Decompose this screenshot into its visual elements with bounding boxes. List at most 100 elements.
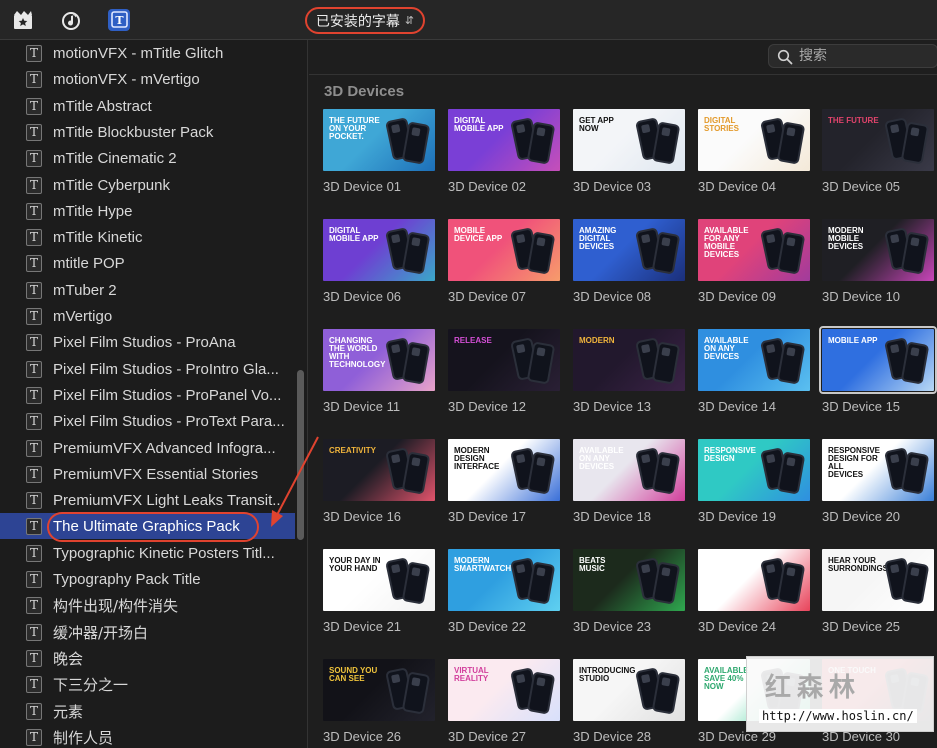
thumbnail-caption: RESPONSIVE DESIGN FOR ALL DEVICES bbox=[828, 446, 881, 479]
sidebar-item[interactable]: T 下三分之一 bbox=[0, 671, 295, 697]
sidebar-item-label: mTitle Kinetic bbox=[53, 228, 143, 246]
title-tile[interactable]: BEATS MUSIC 3D Device 23 bbox=[573, 549, 685, 634]
sidebar-item-label: mTitle Abstract bbox=[53, 97, 152, 115]
sidebar-item[interactable]: TmTitle Hype bbox=[0, 198, 295, 224]
tile-thumbnail: VIRTUAL REALITY bbox=[448, 659, 560, 721]
tile-name: 3D Device 19 bbox=[698, 509, 777, 524]
title-tile[interactable]: CREATIVITY 3D Device 16 bbox=[323, 439, 435, 524]
sidebar-item[interactable]: T 元素 bbox=[0, 698, 295, 724]
sidebar-item[interactable]: TmotionVFX - mVertigo bbox=[0, 66, 295, 92]
title-tile[interactable]: THE FUTURE ON YOUR POCKET. 3D Device 01 bbox=[323, 109, 435, 194]
sidebar-item[interactable]: T Pixel Film Studios - ProPanel Vo... bbox=[0, 382, 295, 408]
watermark: 红森林 http://www.hoslin.cn/ bbox=[746, 656, 934, 732]
titles-generators-icon[interactable]: T bbox=[108, 9, 130, 31]
sidebar-item[interactable]: T Pixel Film Studios - ProAna bbox=[0, 329, 295, 355]
title-icon: T bbox=[26, 44, 42, 62]
sidebar-item[interactable]: T 构件出现/构件消失 bbox=[0, 592, 295, 618]
search-field[interactable] bbox=[768, 44, 937, 68]
title-tile[interactable]: AVAILABLE ON ANY DEVICES 3D Device 14 bbox=[698, 329, 810, 414]
tile-name: 3D Device 13 bbox=[573, 399, 652, 414]
sidebar-item[interactable]: Tmtitle POP bbox=[0, 250, 295, 276]
sidebar-item-label: Pixel Film Studios - ProAna bbox=[53, 333, 236, 351]
title-tile[interactable]: GET APP NOW 3D Device 03 bbox=[573, 109, 685, 194]
sidebar-item-label: motionVFX - mVertigo bbox=[53, 70, 200, 88]
sidebar-item[interactable]: T The Ultimate Graphics Pack bbox=[0, 513, 295, 539]
tile-name: 3D Device 17 bbox=[448, 509, 527, 524]
title-tile[interactable]: MOBILE APP 3D Device 15 bbox=[819, 326, 937, 414]
sidebar-item-label: mVertigo bbox=[53, 307, 113, 325]
title-tile[interactable]: AMAZING DIGITAL DEVICES 3D Device 08 bbox=[573, 219, 685, 304]
title-tile[interactable]: DIGITAL MOBILE APP 3D Device 06 bbox=[323, 219, 435, 304]
sidebar-item[interactable]: TmTuber 2 bbox=[0, 277, 295, 303]
thumbnail-caption: YOUR DAY IN YOUR HAND bbox=[329, 556, 381, 573]
tile-name: 3D Device 01 bbox=[323, 179, 402, 194]
sidebar-item[interactable]: T PremiumVFX Advanced Infogra... bbox=[0, 435, 295, 461]
titles-sidebar: T 制作人员 T 元素 T 下三分之一 T 晚会 T 缓冲器/开场白 T 构件出现/构件消失 T Typo… bbox=[0, 40, 308, 748]
sidebar-item[interactable]: T 晚会 bbox=[0, 645, 295, 671]
title-tile[interactable]: SOUND YOU CAN SEE 3D Device 26 bbox=[323, 659, 435, 744]
sidebar-item[interactable]: T Pixel Film Studios - ProIntro Gla... bbox=[0, 356, 295, 382]
title-icon: T bbox=[26, 544, 42, 562]
library-filter-select[interactable]: 已安装的字幕 ⇵ bbox=[305, 7, 425, 34]
title-tile[interactable]: MODERN 3D Device 13 bbox=[573, 329, 685, 414]
title-icon: T bbox=[26, 412, 42, 430]
sidebar-item[interactable]: T Typography Pack Title bbox=[0, 566, 295, 592]
tile-name: 3D Device 27 bbox=[448, 729, 527, 744]
title-tile[interactable]: RESPONSIVE DESIGN FOR ALL DEVICES 3D Devi… bbox=[822, 439, 934, 524]
thumbnail-caption: MODERN bbox=[579, 336, 615, 345]
title-tile[interactable]: RELEASE 3D Device 12 bbox=[448, 329, 560, 414]
sidebar-item-label: mtitle POP bbox=[53, 254, 125, 272]
section-title: 3D Devices bbox=[324, 83, 405, 100]
title-tile[interactable]: AVAILABLE ON ANY DEVICES 3D Device 18 bbox=[573, 439, 685, 524]
tile-thumbnail: AVAILABLE ON ANY DEVICES bbox=[698, 329, 810, 391]
title-tile[interactable]: Modern Smartwatch 3D Device 22 bbox=[448, 549, 560, 634]
sidebar-item[interactable]: TmTitle Cinematic 2 bbox=[0, 145, 295, 171]
tile-name: 3D Device 09 bbox=[698, 289, 777, 304]
sidebar-item-label: mTitle Blockbuster Pack bbox=[53, 123, 214, 141]
title-tile[interactable]: VIRTUAL REALITY 3D Device 27 bbox=[448, 659, 560, 744]
tile-name: 3D Device 18 bbox=[573, 509, 652, 524]
sidebar-item[interactable]: T PremiumVFX Light Leaks Transit... bbox=[0, 487, 295, 513]
sidebar-item[interactable]: TmotionVFX - mTitle Glitch bbox=[0, 40, 295, 66]
thumbnail-caption: BEATS MUSIC bbox=[579, 556, 606, 573]
sidebar-item[interactable]: T PremiumVFX Essential Stories bbox=[0, 461, 295, 487]
tile-thumbnail: AVAILABLE ON ANY DEVICES bbox=[573, 439, 685, 501]
sidebar-item-label: motionVFX - mTitle Glitch bbox=[53, 44, 224, 62]
title-tile[interactable]: DIGITAL STORIES 3D Device 04 bbox=[698, 109, 810, 194]
title-tile[interactable]: MODERN DESIGN INTERFACE 3D Device 17 bbox=[448, 439, 560, 524]
sidebar-item-label: 缓冲器/开场白 bbox=[53, 623, 149, 642]
title-tile[interactable]: FIT IN STYLE 3D Device 24 bbox=[698, 549, 810, 634]
title-tile[interactable]: MOBILE DEVICE APP 3D Device 07 bbox=[448, 219, 560, 304]
tile-thumbnail: Modern Smartwatch bbox=[448, 549, 560, 611]
title-tile[interactable]: YOUR DAY IN YOUR HAND 3D Device 21 bbox=[323, 549, 435, 634]
sidebar-item[interactable]: TmTitle Abstract bbox=[0, 93, 295, 119]
audio-photos-icon[interactable] bbox=[60, 9, 82, 31]
sidebar-item[interactable]: T 制作人员 bbox=[0, 724, 295, 748]
title-icon: T bbox=[26, 228, 42, 246]
title-tile[interactable]: MODERN MOBILE DEVICES 3D Device 10 bbox=[822, 219, 934, 304]
search-input[interactable] bbox=[799, 47, 929, 65]
sidebar-item[interactable]: T 缓冲器/开场白 bbox=[0, 619, 295, 645]
title-tile[interactable]: HEAR YOUR SURRONDINGS 3D Device 25 bbox=[822, 549, 934, 634]
sidebar-item[interactable]: TmTitle Cyberpunk bbox=[0, 172, 295, 198]
sidebar-item[interactable]: TmTitle Blockbuster Pack bbox=[0, 119, 295, 145]
thumbnail-caption: DIGITAL MOBILE APP bbox=[329, 226, 379, 243]
photos-videos-icon[interactable] bbox=[12, 9, 34, 31]
toolbar: T 已安装的字幕 ⇵ bbox=[0, 0, 937, 40]
title-tile[interactable]: The Future 3D Device 05 bbox=[822, 109, 934, 194]
sidebar-item[interactable]: TmVertigo bbox=[0, 303, 295, 329]
title-tile[interactable]: Introducing Studio 3D Device 28 bbox=[573, 659, 685, 744]
title-tile[interactable]: DIGITAL MOBILE APP 3D Device 02 bbox=[448, 109, 560, 194]
sidebar-item[interactable]: T Typographic Kinetic Posters Titl... bbox=[0, 540, 295, 566]
sidebar-item[interactable]: TmTitle Kinetic bbox=[0, 224, 295, 250]
sidebar-item-label: mTuber 2 bbox=[53, 281, 117, 299]
sidebar-item[interactable]: T Pixel Film Studios - ProText Para... bbox=[0, 408, 295, 434]
tile-name: 3D Device 23 bbox=[573, 619, 652, 634]
title-tile[interactable]: RESPONSIVE DESIGN 3D Device 19 bbox=[698, 439, 810, 524]
tile-name: 3D Device 20 bbox=[822, 509, 901, 524]
sidebar-item-label: Typographic Kinetic Posters Titl... bbox=[53, 544, 275, 562]
thumbnail-caption: VIRTUAL REALITY bbox=[454, 666, 489, 683]
sidebar-scrollbar[interactable] bbox=[297, 370, 304, 540]
title-tile[interactable]: CHANGING THE WORLD WITH TECHNOLOGY 3D Dev… bbox=[323, 329, 435, 414]
title-tile[interactable]: AVAILABLE FOR ANY MOBILE DEVICES 3D Devic… bbox=[698, 219, 810, 304]
